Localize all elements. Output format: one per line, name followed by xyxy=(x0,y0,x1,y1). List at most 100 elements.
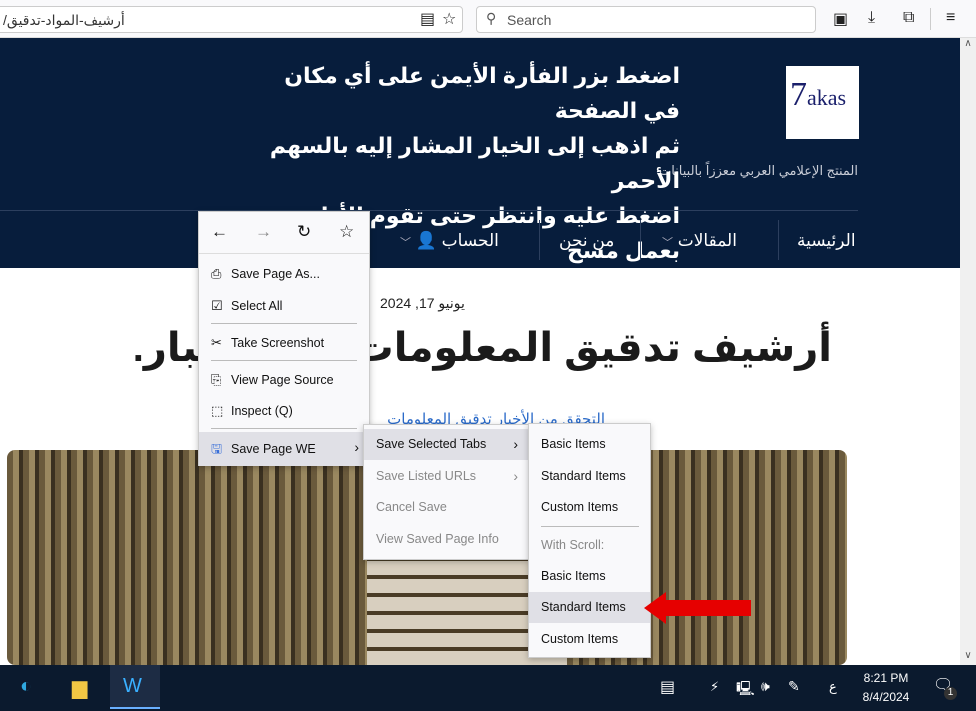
menu-label: Custom Items xyxy=(541,500,619,514)
context-nav-row: ← → ↻ ☆ xyxy=(199,212,369,254)
taskbar-app-active[interactable]: W xyxy=(110,665,160,709)
checkbox-icon: ☑ xyxy=(211,298,223,313)
language-indicator[interactable]: ع xyxy=(829,679,837,695)
page-title: أرشيف تدقيق المعلومات من الأخبار. xyxy=(132,326,832,370)
reader-view-icon[interactable]: ▤ xyxy=(420,9,435,29)
bookmark-icon[interactable]: ☆ xyxy=(339,222,354,242)
clock-time: 8:21 PM xyxy=(863,671,909,685)
nav-separator xyxy=(539,220,540,260)
menu-cancel-save[interactable]: Cancel Save xyxy=(364,492,528,523)
scroll-down-icon[interactable]: ∨ xyxy=(960,650,976,661)
menu-save-page-as[interactable]: ⎙ Save Page As... xyxy=(199,258,369,289)
save-page-we-submenu: Save Selected Tabs › Save Listed URLs › Ca… xyxy=(363,424,529,560)
taskbar: ◐ ▆ W ▤ ⚡ 🖳 🕪 ✎ ع 8:21 PM 8/4/2024 🗨 1 xyxy=(0,665,976,711)
chevron-down-icon: ﹀ xyxy=(662,237,673,249)
url-text: /أرشيف-المواد-تدقيق xyxy=(3,12,125,28)
search-icon: ⚲ xyxy=(486,10,497,26)
menu-label: Select All xyxy=(231,299,283,313)
forward-icon[interactable]: → xyxy=(255,222,272,242)
power-icon[interactable]: ⚡ xyxy=(710,679,719,695)
menu-save-page-we[interactable]: 🖫 Save Page WE › xyxy=(199,432,369,466)
chevron-down-icon: ﹀ xyxy=(400,237,411,249)
menu-label: Standard Items xyxy=(541,600,626,614)
pen-icon[interactable]: ✎ xyxy=(788,678,800,695)
scrollbar[interactable]: ∧ ∨ xyxy=(960,38,976,665)
menu-label: Basic Items xyxy=(541,437,606,451)
menu-label: Save Page WE xyxy=(231,442,316,456)
app-w-icon: W xyxy=(123,675,142,697)
nav-about[interactable]: من نحن xyxy=(559,231,614,251)
inspect-icon: ⬚ xyxy=(211,403,224,418)
chevron-right-icon: › xyxy=(513,468,518,484)
nav-home[interactable]: الرئيسية xyxy=(797,231,856,251)
menu-view-saved-page-info[interactable]: View Saved Page Info xyxy=(364,524,528,555)
menu-label: Save Selected Tabs xyxy=(376,437,487,451)
bookmark-star-icon[interactable]: ☆ xyxy=(442,9,456,29)
menu-label: View Saved Page Info xyxy=(376,532,499,546)
user-icon: 👤 xyxy=(415,231,437,250)
search-input[interactable]: ⚲ Search xyxy=(476,6,816,33)
menu-label: Custom Items xyxy=(541,632,619,646)
browser-toolbar: /أرشيف-المواد-تدقيق ▤ ☆ ⚲ Search ▣ ⤓ ⧉ ≡ xyxy=(0,0,976,38)
menu-label: Standard Items xyxy=(541,469,626,483)
file-explorer-icon[interactable]: ▆ xyxy=(72,675,87,700)
volume-icon[interactable]: 🕪 xyxy=(761,678,770,695)
menu-inspect[interactable]: ⬚ Inspect (Q) xyxy=(199,395,369,426)
news-widget-icon[interactable]: ▤ xyxy=(660,677,675,697)
menu-basic-items[interactable]: Basic Items xyxy=(529,429,650,460)
menu-scroll-custom-items[interactable]: Custom Items xyxy=(529,624,650,655)
clock-date: 8/4/2024 xyxy=(862,690,910,704)
nav-account[interactable]: الحساب 👤 ﹀ xyxy=(400,231,499,251)
scissors-icon: ✂ xyxy=(211,335,222,350)
post-date: يونيو 17, 2024 xyxy=(380,295,465,311)
chevron-right-icon: › xyxy=(354,439,359,455)
download-icon[interactable]: ⤓ xyxy=(868,9,875,27)
nav-separator xyxy=(778,220,779,260)
site-logo[interactable]: 7akas xyxy=(786,66,859,139)
chevron-right-icon: › xyxy=(513,436,518,452)
menu-separator xyxy=(211,428,357,429)
menu-label: View Page Source xyxy=(231,373,334,387)
notification-count: 1 xyxy=(944,687,957,700)
menu-view-source[interactable]: ⎘ View Page Source xyxy=(199,364,369,395)
menu-separator xyxy=(211,360,357,361)
menu-save-selected-tabs[interactable]: Save Selected Tabs › xyxy=(364,429,528,460)
save-icon: ⎙ xyxy=(211,266,222,281)
menu-label: With Scroll: xyxy=(541,538,605,552)
menu-select-all[interactable]: ☑ Select All xyxy=(199,290,369,321)
save-selected-tabs-submenu: Basic Items Standard Items Custom Items … xyxy=(528,423,651,658)
instruction-line: ثم اذهب إلى الخيار المشار إليه بالسهم ال… xyxy=(269,133,680,193)
nav-separator xyxy=(640,220,641,260)
pocket-icon[interactable]: ▣ xyxy=(833,9,848,29)
context-menu: ← → ↻ ☆ ⎙ Save Page As... ☑ Select All ✂ Ta… xyxy=(198,211,370,466)
back-icon[interactable]: ← xyxy=(211,222,228,242)
menu-scroll-basic-items[interactable]: Basic Items xyxy=(529,561,650,592)
nav-articles[interactable]: المقالات ﹀ xyxy=(662,231,737,251)
nav-divider xyxy=(0,210,858,211)
network-icon[interactable]: 🖳 xyxy=(736,678,755,702)
menu-label: Take Screenshot xyxy=(231,336,325,350)
nav-articles-label: المقالات xyxy=(677,231,737,250)
menu-custom-items[interactable]: Custom Items xyxy=(529,492,650,523)
menu-save-listed-urls[interactable]: Save Listed URLs › xyxy=(364,461,528,492)
clock[interactable]: 8:21 PM 8/4/2024 xyxy=(856,669,916,707)
menu-label: Save Page As... xyxy=(231,267,320,281)
search-placeholder: Search xyxy=(507,12,552,28)
menu-scroll-standard-items[interactable]: Standard Items xyxy=(529,592,650,623)
menu-take-screenshot[interactable]: ✂ Take Screenshot xyxy=(199,327,369,358)
menu-icon[interactable]: ≡ xyxy=(946,9,955,27)
extensions-icon[interactable]: ⧉ xyxy=(903,9,914,27)
menu-separator xyxy=(541,526,639,527)
instruction-line: اضغط بزر الفأرة الأيمن على أي مكان في ال… xyxy=(284,63,680,123)
source-icon: ⎘ xyxy=(211,372,222,387)
with-scroll-label: With Scroll: xyxy=(529,530,650,561)
menu-separator xyxy=(211,323,357,324)
menu-label: Basic Items xyxy=(541,569,606,583)
edge-icon[interactable]: ◐ xyxy=(20,675,32,698)
toolbar-divider xyxy=(930,8,931,30)
reload-icon[interactable]: ↻ xyxy=(297,222,311,242)
nav-account-label: الحساب xyxy=(441,231,499,250)
scroll-up-icon[interactable]: ∧ xyxy=(960,38,976,49)
url-bar[interactable]: /أرشيف-المواد-تدقيق xyxy=(0,6,463,33)
menu-standard-items[interactable]: Standard Items xyxy=(529,461,650,492)
